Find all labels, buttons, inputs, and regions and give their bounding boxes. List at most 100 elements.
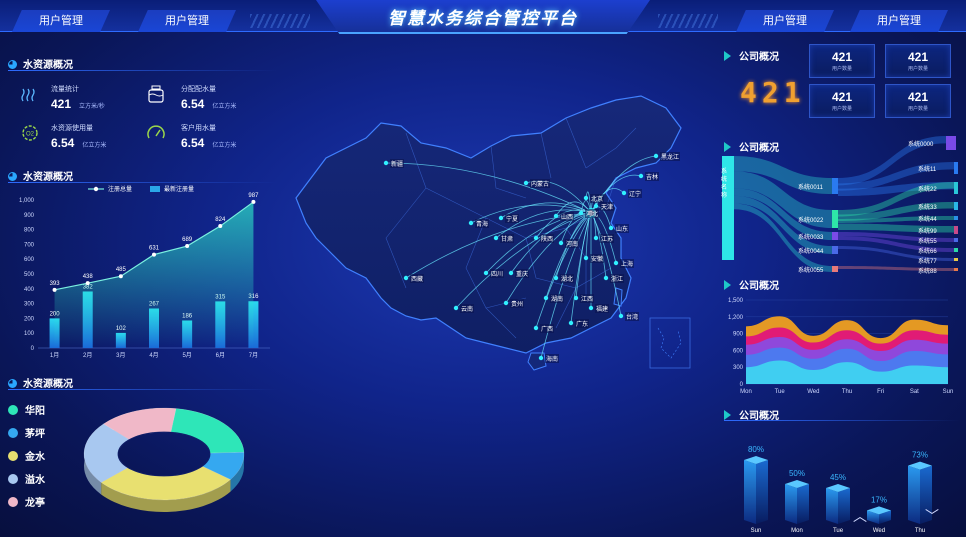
x-tick-label: 1月 [50,352,59,359]
bar3d-front [744,460,756,524]
city-label: 广东 [575,319,590,328]
china-map[interactable] [286,38,716,428]
y-tick-label: 700 [24,242,35,248]
city-label: 河北 [585,209,600,218]
user-count-box-3: 421 用户数量 [809,84,875,118]
hainan-island [527,352,547,371]
city-dot [583,255,589,261]
city-label: 青海 [475,219,490,228]
city-dot [533,325,539,331]
city-label: 江西 [580,294,595,303]
line-point [218,224,223,229]
box-value: 421 [907,90,929,104]
city-dot [533,235,539,241]
stat-allocation-label: 分配配水量 [181,86,216,93]
water-tank-icon [148,85,164,103]
nav-user-manage-1[interactable]: 用户管理 [12,10,110,32]
city-dot [653,153,659,159]
city-dot [583,195,589,201]
stat-flow-unit: 立方米/秒 [79,104,105,110]
x-tick-label: Tue [833,528,844,534]
city-label: 湖南 [550,294,565,303]
line-value-label: 824 [215,217,226,223]
city-dot [498,215,504,221]
city-label: 新疆 [390,159,405,168]
city-dot [593,203,599,209]
bar3d-value-label: 80% [748,445,764,454]
city-label: 贵州 [510,299,525,308]
city-dot [603,275,609,281]
x-tick-label: Tue [775,389,786,395]
y-tick-label: 600 [24,257,35,263]
nav-user-manage-4[interactable]: 用户管理 [850,10,948,32]
legend-maoping: 茅坪 [8,425,45,440]
box-label: 用户数量 [907,66,928,72]
line-value-label: 689 [182,237,193,243]
city-dot [553,213,559,219]
header-stripe-right [658,14,718,28]
city-dot [578,210,584,216]
sankey-mid-node [832,178,838,194]
line-value-label: 438 [83,274,94,280]
sankey-mid-node [832,210,838,228]
sankey-node-label: 系统0011 [798,185,823,191]
sankey-node-label: 系统33 [918,205,937,211]
line-point [185,244,190,249]
sankey-mid-node [832,232,838,240]
bar3d-front [785,484,797,524]
city-label: 上海 [620,259,635,268]
city-dot [383,160,389,166]
chevron-down-icon[interactable]: ﹀ [924,509,940,523]
sankey-right-node [954,182,958,194]
water-waves-icon [21,88,35,102]
sankey-right-node [954,248,958,252]
box-value: 421 [831,50,853,64]
city-label: 甘肃 [500,234,515,243]
nav-user-manage-2[interactable]: 用户管理 [138,10,236,32]
sankey-node-label: 系统55 [918,239,937,245]
registration-chart: 01002003004005006007008009001,0002001月38… [19,185,270,359]
x-tick-label: Sun [943,389,954,395]
legend-huayang: 华阳 [8,402,45,417]
sankey-node-label: 系统0044 [798,249,824,255]
y-tick-label: 900 [733,332,744,338]
divider [8,389,278,390]
y-tick-label: 0 [31,346,35,352]
city-dot [593,235,599,241]
pie-icon [8,379,17,388]
chevron-up-icon[interactable]: ︿ [852,509,868,523]
bar3d-value-label: 17% [871,495,887,504]
sankey-node-label: 系统44 [918,217,937,223]
stat-customer-label: 客户用水量 [181,125,216,132]
sankey-node-label: 系统77 [918,258,937,265]
south-sea-islands [657,327,682,359]
page-title: 智慧水务综合管控平台 [388,9,578,28]
city-dot [553,275,559,281]
city-dot [568,320,574,326]
city-dot [608,225,614,231]
city-label: 浙江 [610,274,625,283]
sankey-right-node [954,226,958,234]
bar3d-front [908,465,920,524]
stat-customer-value: 6.54 [181,136,205,150]
city-label: 重庆 [515,269,530,278]
nav-user-manage-3[interactable]: 用户管理 [736,10,834,32]
stat-flow-label: 流量统计 [51,86,79,93]
resource-panel-title: 水资源概况 [8,56,73,71]
city-label: 广西 [540,324,555,333]
city-label: 吉林 [645,172,660,181]
city-dot [453,305,459,311]
y-tick-label: 300 [733,365,744,371]
legend-line-dot [93,186,99,192]
sankey-mid-node [832,266,838,272]
triangle-icon [724,410,731,420]
sankey-right-node [946,136,956,150]
gauge-icon [147,125,165,139]
city-dot [503,300,509,306]
line-value-label: 631 [149,246,160,252]
donut-hole-edge [117,431,211,477]
legend-yishui: 溢水 [8,471,45,486]
x-tick-label: 5月 [182,352,191,359]
city-dot [573,295,579,301]
y-tick-label: 1,200 [728,315,744,321]
